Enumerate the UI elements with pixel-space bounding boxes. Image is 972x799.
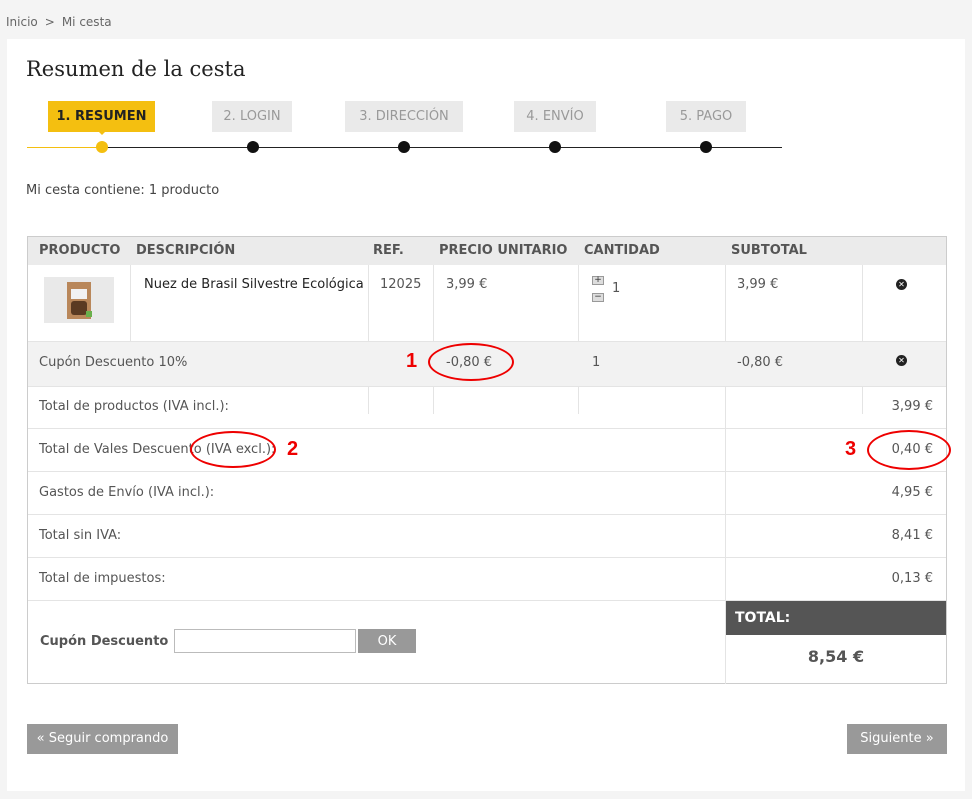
row-divider: [28, 557, 946, 558]
step-resumen: 1. RESUMEN: [48, 101, 155, 132]
total-value: 8,54 €: [807, 647, 865, 666]
annotation-1: 1: [406, 350, 418, 372]
row-divider: [28, 428, 946, 429]
annotation-2: 2: [287, 438, 299, 460]
col-divider: [578, 265, 579, 414]
cart-table: PRODUCTO DESCRIPCIÓN REF. PRECIO UNITARI…: [27, 236, 947, 684]
row-divider: [28, 514, 946, 515]
header-producto: PRODUCTO: [39, 243, 121, 258]
annotation-3: 3: [845, 438, 857, 460]
coupon-code-input[interactable]: [174, 629, 356, 653]
step-dot-3: [398, 141, 410, 153]
step-dot-5: [700, 141, 712, 153]
step-dot-2: [247, 141, 259, 153]
page-title: Resumen de la cesta: [26, 57, 246, 81]
product-description-link[interactable]: Nuez de Brasil Silvestre Ecológica: [144, 277, 364, 292]
breadcrumb: Inicio > Mi cesta: [6, 15, 112, 29]
product-quantity: 1: [612, 281, 621, 296]
row-divider: [28, 471, 946, 472]
active-step-caret: [97, 130, 107, 135]
row-divider: [28, 386, 946, 387]
header-cantidad: CANTIDAD: [584, 243, 660, 258]
discount-subtotal: -0,80 €: [737, 355, 784, 370]
discount-quantity: 1: [592, 355, 601, 370]
product-subtotal: 3,99 €: [737, 277, 779, 292]
shipping-label: Gastos de Envío (IVA incl.):: [39, 485, 215, 500]
total-without-tax-label: Total sin IVA:: [39, 528, 122, 543]
step-envio: 4. ENVÍO: [514, 101, 596, 132]
step-progress-line-active: [27, 147, 102, 148]
quantity-decrease-button[interactable]: −: [592, 293, 604, 302]
next-step-button[interactable]: Siguiente »: [847, 724, 947, 754]
discount-label: Cupón Descuento 10%: [39, 355, 188, 370]
cart-summary-text: Mi cesta contiene: 1 producto: [26, 183, 220, 198]
total-products-label: Total de productos (IVA incl.):: [39, 399, 229, 414]
coupon-label: Cupón Descuento: [40, 634, 169, 649]
product-image[interactable]: [44, 277, 114, 323]
product-label-shape: [71, 289, 87, 299]
step-pago: 5. PAGO: [666, 101, 746, 132]
annotation-ellipse-2: [190, 431, 276, 468]
total-tax-label: Total de impuestos:: [39, 571, 166, 586]
col-divider: [368, 265, 369, 414]
annotation-ellipse-1: [428, 343, 514, 381]
col-divider: [433, 265, 434, 414]
eco-badge-icon: [86, 311, 92, 317]
delete-discount-icon[interactable]: ✕: [896, 355, 907, 366]
step-direccion: 3. DIRECCIÓN: [345, 101, 463, 132]
product-unit-price: 3,99 €: [446, 277, 488, 292]
step-login: 2. LOGIN: [212, 101, 292, 132]
continue-shopping-button[interactable]: « Seguir comprando: [27, 724, 178, 754]
breadcrumb-separator: >: [44, 15, 55, 29]
shipping-value: 4,95 €: [891, 485, 933, 500]
col-divider: [862, 265, 863, 414]
header-descripcion: DESCRIPCIÓN: [136, 243, 236, 258]
product-ref: 12025: [380, 277, 422, 292]
delete-product-icon[interactable]: ✕: [896, 279, 907, 290]
total-products-value: 3,99 €: [891, 399, 933, 414]
quantity-increase-button[interactable]: +: [592, 276, 604, 285]
annotation-ellipse-3: [867, 430, 951, 470]
header-precio-unitario: PRECIO UNITARIO: [439, 243, 568, 258]
total-without-tax-value: 8,41 €: [891, 528, 933, 543]
total-tax-value: 0,13 €: [891, 571, 933, 586]
row-divider: [28, 341, 946, 342]
breadcrumb-home-link[interactable]: Inicio: [6, 15, 38, 29]
total-header: TOTAL:: [726, 601, 946, 635]
product-nut-shape: [71, 301, 87, 315]
step-dot-1: [96, 141, 108, 153]
col-divider: [130, 265, 131, 341]
step-dot-4: [549, 141, 561, 153]
coupon-ok-button[interactable]: OK: [358, 629, 416, 653]
header-ref: REF.: [373, 243, 404, 258]
header-subtotal: SUBTOTAL: [731, 243, 807, 258]
breadcrumb-current: Mi cesta: [61, 15, 112, 29]
